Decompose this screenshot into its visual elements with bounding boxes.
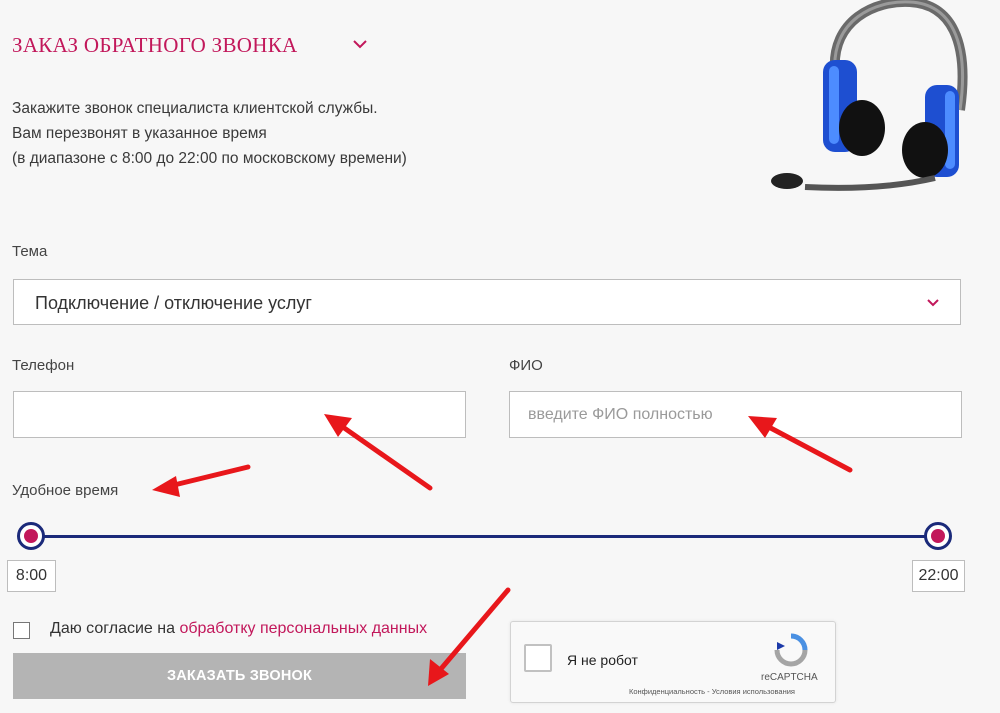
annotation-arrow-head [152,476,180,497]
fio-label: ФИО [509,357,543,374]
phone-input[interactable] [13,391,466,438]
phone-label: Телефон [12,357,75,374]
description-line: (в диапазоне с 8:00 до 22:00 по московск… [12,150,407,167]
order-call-button[interactable]: ЗАКАЗАТЬ ЗВОНОК [13,653,466,699]
page-title: ЗАКАЗ ОБРАТНОГО ЗВОНКА [12,33,298,57]
recaptcha-brand: reCAPTCHA [761,672,818,683]
chevron-down-icon[interactable] [352,38,368,50]
topic-select-value: Подключение / отключение услуг [35,293,312,313]
description: Закажите звонок специалиста клиентской с… [12,96,407,171]
headset-image [771,0,968,191]
annotation-arrow [167,464,251,489]
description-line: Вам перезвонят в указанное время [12,125,267,142]
consent-checkbox[interactable] [13,622,30,639]
time-label: Удобное время [12,482,119,499]
recaptcha-checkbox[interactable] [524,644,552,672]
consent-text: Даю согласие на обработку персональных д… [50,620,427,638]
recaptcha-links[interactable]: Конфиденциальность - Условия использован… [629,687,795,696]
chevron-down-icon [927,299,939,307]
time-start-value: 8:00 [7,560,56,592]
recaptcha-widget: Я не робот reCAPTCHA Конфиденциальность … [510,621,836,703]
fio-input[interactable] [509,391,962,438]
consent-label: Даю согласие на [50,620,180,637]
time-range-track[interactable] [32,535,938,538]
recaptcha-label: Я не робот [567,652,638,668]
topic-label: Тема [12,243,48,260]
time-end-value: 22:00 [912,560,965,592]
recaptcha-icon [774,633,808,667]
description-line: Закажите звонок специалиста клиентской с… [12,100,378,117]
time-range-start-handle[interactable] [17,522,45,550]
privacy-policy-link[interactable]: обработку персональных данных [179,620,427,637]
time-range-end-handle[interactable] [924,522,952,550]
topic-select[interactable]: Подключение / отключение услуг [13,279,961,325]
